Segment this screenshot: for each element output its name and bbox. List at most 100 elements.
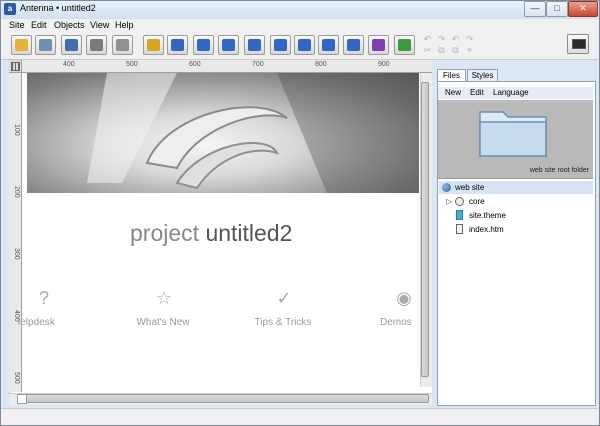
camera-icon xyxy=(197,39,210,51)
image-frame-button[interactable] xyxy=(270,35,291,55)
page-title-light: project xyxy=(130,220,200,246)
tree-item-web-site[interactable]: web site xyxy=(439,181,593,194)
minimize-button[interactable]: — xyxy=(524,1,546,17)
media-disc-icon xyxy=(347,39,360,51)
star-icon: ☆ xyxy=(155,288,173,308)
pen-button[interactable] xyxy=(143,35,164,55)
preview-eye-icon xyxy=(90,39,103,51)
theme-file-icon xyxy=(456,210,463,220)
tree-item-label: index.htm xyxy=(469,225,504,234)
script-button[interactable] xyxy=(368,35,389,55)
files-menu-language[interactable]: Language xyxy=(493,88,529,97)
folder-globe-icon xyxy=(455,197,464,206)
picture-button[interactable] xyxy=(244,35,265,55)
tree-item-label: site.theme xyxy=(469,211,506,220)
copy-icon: ⧉ xyxy=(438,45,445,55)
files-menu-new[interactable]: New xyxy=(445,88,461,97)
page-title-dark: untitled2 xyxy=(205,220,293,246)
checkmark-icon: ✓ xyxy=(276,288,292,308)
banner-image xyxy=(27,73,419,193)
screen-toggle-button[interactable] xyxy=(567,34,589,54)
script-icon xyxy=(372,39,385,51)
open-folder-icon xyxy=(15,39,28,51)
preview-eye-button[interactable] xyxy=(86,35,107,55)
monitor-button[interactable] xyxy=(294,35,315,55)
tree-item-label: web site xyxy=(455,183,485,192)
save-disk-icon xyxy=(39,39,52,51)
page-size-box[interactable] xyxy=(17,394,27,404)
publish-button[interactable] xyxy=(61,35,82,55)
text-icon xyxy=(222,39,235,51)
publish-icon xyxy=(65,39,78,51)
ruler-label: 900 xyxy=(378,61,390,68)
checkbox-button[interactable] xyxy=(394,35,415,55)
nav-demos[interactable]: Demos xyxy=(380,317,420,328)
divider xyxy=(438,178,593,179)
nav-whats-new[interactable]: What's New xyxy=(128,317,198,328)
window-title: Antenna • untitled2 xyxy=(20,3,96,13)
cut-icon: ✂ xyxy=(423,45,432,55)
ruler-label: 200 xyxy=(13,186,20,198)
camera-button[interactable] xyxy=(193,35,214,55)
ruler-label: 700 xyxy=(252,61,264,68)
maximize-button[interactable]: □ xyxy=(546,1,568,17)
globe-button[interactable] xyxy=(112,35,133,55)
media-disc-button[interactable] xyxy=(343,35,364,55)
menu-objects[interactable]: Objects xyxy=(54,19,85,32)
text-button[interactable] xyxy=(218,35,239,55)
vertical-scroll-thumb[interactable] xyxy=(421,82,429,377)
ruler-label: 300 xyxy=(13,248,20,260)
nav-helpdesk-label: Helpdesk xyxy=(18,317,55,328)
target-icon: ⌖ xyxy=(466,45,473,55)
rectangle-button[interactable] xyxy=(167,35,188,55)
files-menu-edit[interactable]: Edit xyxy=(470,88,484,97)
banner-swirl xyxy=(87,73,419,193)
ruler-label: 500 xyxy=(13,372,20,384)
tree-item-core[interactable]: ▷ core xyxy=(446,195,586,208)
antenna-app-icon: a xyxy=(4,3,16,15)
ruler-label: 600 xyxy=(189,61,201,68)
ruler-label: 400 xyxy=(63,61,75,68)
image-frame-icon xyxy=(274,39,287,51)
close-button[interactable]: ✕ xyxy=(568,1,598,17)
redo-icon: ↷ xyxy=(437,34,446,44)
nav-helpdesk[interactable]: Helpdesk xyxy=(18,317,68,328)
page-title: project untitled2 xyxy=(130,220,292,247)
pen-icon xyxy=(147,39,160,51)
redo-alt-icon: ↷ xyxy=(465,34,474,44)
ruler-label: 100 xyxy=(13,124,20,136)
globe-icon xyxy=(116,39,129,51)
ruler-label: 800 xyxy=(315,61,327,68)
menu-view[interactable]: View xyxy=(90,19,109,32)
undo-icon: ↶ xyxy=(423,34,432,44)
folder-caption: web site root folder xyxy=(529,167,589,174)
picture-icon xyxy=(248,39,261,51)
expand-arrow-icon[interactable]: ▷ xyxy=(446,195,452,208)
monitor-icon xyxy=(298,39,311,51)
sound-icon xyxy=(322,39,335,51)
tree-item-site-theme[interactable]: site.theme xyxy=(455,209,585,222)
rectangle-icon xyxy=(171,39,184,51)
menu-bar: Site Edit Objects View Help xyxy=(1,19,598,32)
tree-item-label: core xyxy=(469,197,485,206)
undo-alt-icon: ↶ xyxy=(451,34,460,44)
web-site-globe-icon xyxy=(442,183,451,192)
html-file-icon xyxy=(456,224,463,234)
horizontal-scroll-thumb[interactable] xyxy=(17,394,429,403)
open-folder-button[interactable] xyxy=(11,35,32,55)
save-disk-button[interactable] xyxy=(35,35,56,55)
checkbox-icon xyxy=(398,39,411,51)
nav-tips-tricks[interactable]: Tips & Tricks xyxy=(248,317,318,328)
sound-button[interactable] xyxy=(318,35,339,55)
menu-site[interactable]: Site xyxy=(9,19,25,32)
screen-icon xyxy=(572,39,586,49)
vertical-ruler xyxy=(9,72,22,392)
status-bar xyxy=(1,408,598,425)
menu-edit[interactable]: Edit xyxy=(31,19,47,32)
paste-icon: ⧉ xyxy=(452,45,459,55)
tree-item-index-htm[interactable]: index.htm xyxy=(455,223,585,236)
help-icon: ? xyxy=(38,288,49,308)
menu-help[interactable]: Help xyxy=(115,19,134,32)
ruler-label: 500 xyxy=(126,61,138,68)
eye-film-icon: ◉ xyxy=(396,288,412,308)
